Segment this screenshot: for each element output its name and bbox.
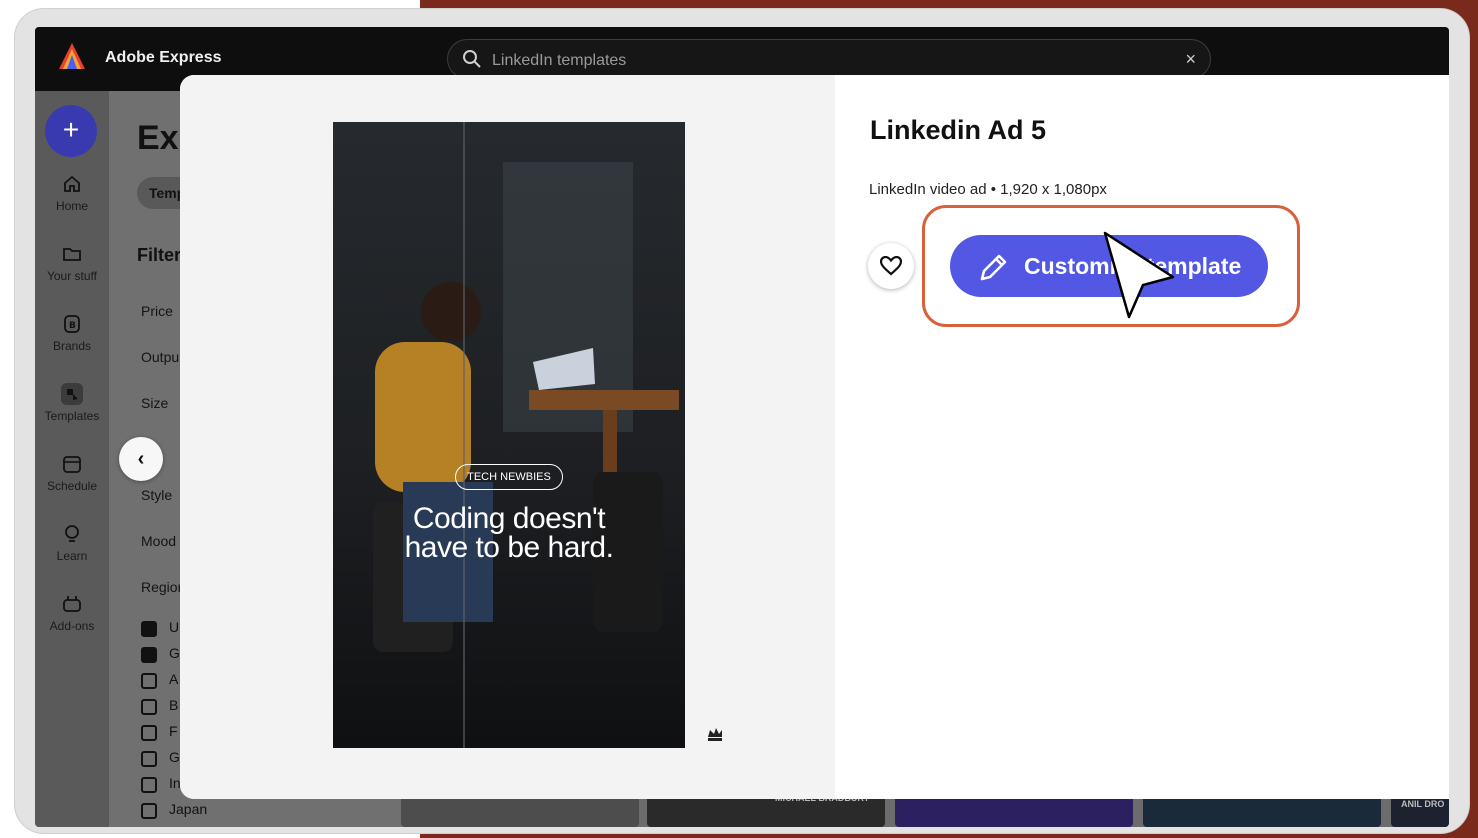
region-checkbox-3[interactable] xyxy=(141,673,157,689)
preview-headline-line-2: have to be hard. xyxy=(404,531,614,564)
folder-icon xyxy=(63,248,81,261)
left-nav: + Home Your stuff B Brands Templates Sch… xyxy=(35,91,109,827)
nav-item-home[interactable]: Home xyxy=(35,173,109,213)
previous-button[interactable]: ‹ xyxy=(119,437,163,481)
preview-headline-line-1: Coding doesn't xyxy=(412,502,606,535)
nav-item-templates[interactable]: Templates xyxy=(35,383,109,423)
addons-icon xyxy=(63,596,81,612)
preview-badge: TECH NEWBIES xyxy=(455,464,563,490)
app-name: Adobe Express xyxy=(105,49,222,66)
filters-heading: Filter xyxy=(137,245,182,265)
nav-item-your-stuff[interactable]: Your stuff xyxy=(35,243,109,283)
filter-price[interactable]: Price xyxy=(141,303,173,319)
calendar-icon xyxy=(63,456,81,473)
nav-label-brands: Brands xyxy=(52,339,92,353)
mouse-cursor-icon xyxy=(1103,231,1175,319)
search-input[interactable]: LinkedIn templates xyxy=(492,52,626,70)
region-label-6: G xyxy=(169,749,180,765)
region-label-7: In xyxy=(169,775,181,791)
svg-text:B: B xyxy=(69,321,76,331)
search-bar[interactable]: LinkedIn templates × xyxy=(447,39,1211,79)
heart-icon xyxy=(880,256,902,276)
template-preview-pane: TECH NEWBIES Coding doesn't have to be h… xyxy=(180,75,835,799)
filter-region[interactable]: Regior xyxy=(141,579,182,595)
nav-item-learn[interactable]: Learn xyxy=(35,523,109,563)
nav-label-templates: Templates xyxy=(44,409,100,423)
region-label-8: Japan xyxy=(169,801,208,817)
preview-image xyxy=(333,122,685,748)
templates-icon xyxy=(61,383,83,405)
region-label-4: B xyxy=(169,697,179,713)
filter-size[interactable]: Size xyxy=(141,395,168,411)
brand-icon: B xyxy=(64,315,80,333)
region-checkbox-7[interactable] xyxy=(141,777,157,793)
template-title: Linkedin Ad 5 xyxy=(870,115,1047,145)
home-icon xyxy=(64,175,80,192)
nav-label-add-ons: Add-ons xyxy=(49,619,95,633)
adobe-express-logo[interactable] xyxy=(57,41,87,71)
template-preview[interactable]: TECH NEWBIES Coding doesn't have to be h… xyxy=(333,122,685,748)
region-checkbox-8[interactable] xyxy=(141,803,157,819)
filter-style[interactable]: Style xyxy=(141,487,172,503)
lightbulb-icon xyxy=(65,525,79,542)
nav-label-learn: Learn xyxy=(56,549,88,563)
app-screen: Adobe Express LinkedIn templates × + Hom… xyxy=(35,27,1449,827)
region-checkbox-2[interactable] xyxy=(141,647,157,663)
create-button[interactable]: + xyxy=(45,105,97,157)
filter-output[interactable]: Outpu xyxy=(141,349,179,365)
nav-item-brands[interactable]: B Brands xyxy=(35,313,109,353)
premium-crown-icon xyxy=(708,728,722,741)
nav-label-your-stuff: Your stuff xyxy=(46,269,98,283)
thumbnail-caption: ANIL DRO xyxy=(1401,799,1445,809)
region-checkbox-1[interactable] xyxy=(141,621,157,637)
region-label-2: G xyxy=(169,645,180,661)
nav-label-schedule: Schedule xyxy=(46,479,98,493)
region-checkbox-5[interactable] xyxy=(141,725,157,741)
clear-search-icon[interactable]: × xyxy=(1185,49,1196,70)
region-checkbox-6[interactable] xyxy=(141,751,157,767)
nav-item-schedule[interactable]: Schedule xyxy=(35,453,109,493)
nav-label-home: Home xyxy=(55,199,88,213)
region-checkbox-4[interactable] xyxy=(141,699,157,715)
page-title: Ex xyxy=(137,119,179,157)
nav-item-add-ons[interactable]: Add-ons xyxy=(35,593,109,633)
preview-headline: Coding doesn't have to be hard. xyxy=(353,502,665,564)
filter-mood[interactable]: Mood xyxy=(141,533,176,549)
region-label-1: U xyxy=(169,619,180,635)
favorite-button[interactable] xyxy=(868,243,914,289)
template-subtitle: LinkedIn video ad • 1,920 x 1,080px xyxy=(869,181,1107,198)
device-frame: Adobe Express LinkedIn templates × + Hom… xyxy=(14,8,1470,834)
template-modal: TECH NEWBIES Coding doesn't have to be h… xyxy=(180,75,1449,799)
search-icon xyxy=(463,50,481,68)
region-label-5: F xyxy=(169,723,178,739)
region-label-3: A xyxy=(169,671,179,687)
